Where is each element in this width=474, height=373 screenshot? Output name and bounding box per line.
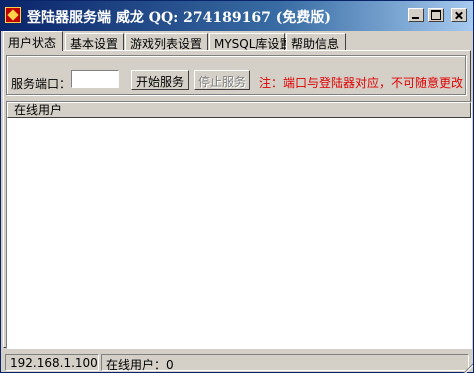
tab-strip: 用户状态 基本设置 游戏列表设置 MYSQL库设置 帮助信息 xyxy=(3,31,473,51)
start-service-button[interactable]: 开始服务 xyxy=(131,70,189,90)
app-icon[interactable] xyxy=(5,7,21,23)
stop-service-button[interactable]: 停止服务 xyxy=(194,70,250,90)
user-status-panel: 服务端口： 开始服务 停止服务 注：端口与登陆器对应，不可随意更改 在线用户 xyxy=(3,50,472,349)
status-online-count: 在线用户：0 xyxy=(101,354,469,372)
tab-basic-settings[interactable]: 基本设置 xyxy=(65,33,124,51)
column-header-online-users[interactable]: 在线用户 xyxy=(7,102,471,118)
window-title: 登陆器服务端 威龙 QQ: 274189167 (免费版) xyxy=(27,10,331,26)
status-bar: 192.168.1.100 在线用户：0 xyxy=(3,353,473,373)
tab-user-status[interactable]: 用户状态 xyxy=(3,31,63,51)
server-control-group: 服务端口： 开始服务 停止服务 注：端口与登陆器对应，不可随意更改 xyxy=(6,55,466,95)
port-warning-note: 注：端口与登陆器对应，不可随意更改 xyxy=(259,76,464,90)
port-label: 服务端口： xyxy=(11,77,72,91)
port-input[interactable] xyxy=(71,70,119,88)
resize-grip-icon[interactable] xyxy=(461,361,473,373)
tab-mysql-settings[interactable]: MYSQL库设置 xyxy=(209,33,291,51)
main-window: 登陆器服务端 威龙 QQ: 274189167 (免费版) 用户状态 基本设置 … xyxy=(0,0,474,373)
online-users-list[interactable]: 在线用户 xyxy=(6,101,472,349)
maximize-button[interactable] xyxy=(428,8,444,22)
minimize-button[interactable] xyxy=(408,8,424,22)
tab-game-list-settings[interactable]: 游戏列表设置 xyxy=(125,33,208,51)
tab-help-info[interactable]: 帮助信息 xyxy=(286,33,346,51)
close-button[interactable] xyxy=(451,8,467,22)
title-bar[interactable]: 登陆器服务端 威龙 QQ: 274189167 (免费版) xyxy=(1,1,473,31)
status-ip: 192.168.1.100 xyxy=(5,354,99,371)
